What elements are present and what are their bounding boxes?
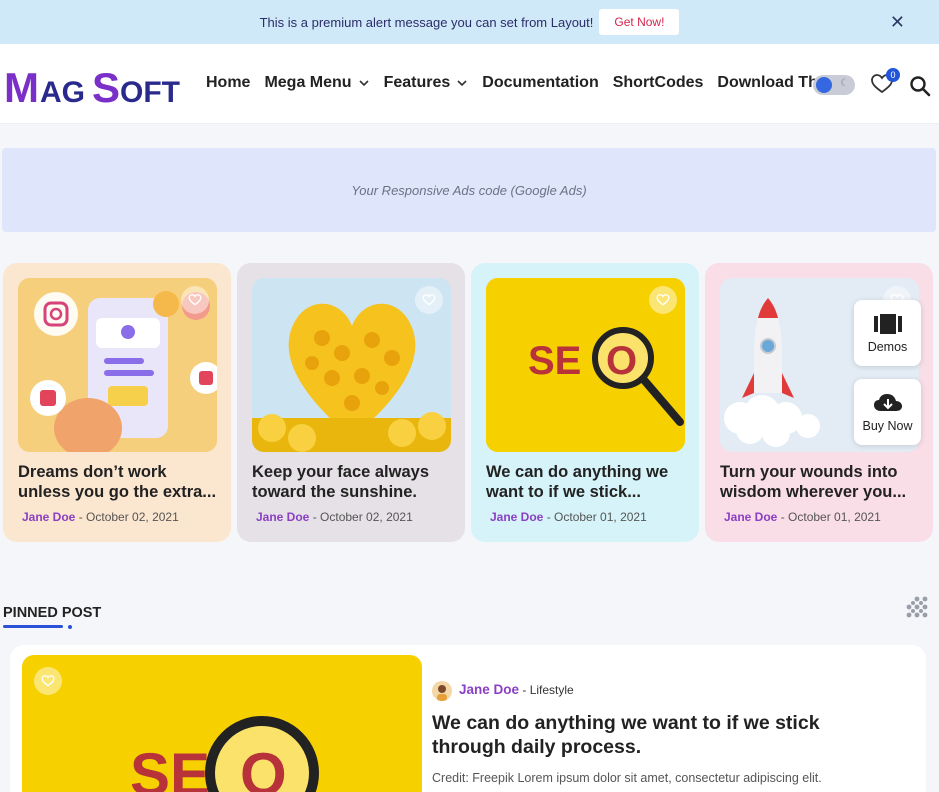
post-date: October 02, 2021 (86, 510, 179, 524)
nav-shortcodes-label: ShortCodes (612, 74, 704, 91)
pinned-post-author[interactable]: Jane Doe (459, 682, 519, 697)
search-icon[interactable] (908, 74, 932, 98)
nav-mega-menu[interactable]: Mega Menu (264, 74, 369, 92)
sun-icon (816, 77, 832, 93)
svg-text:O: O (606, 339, 637, 383)
svg-text:O: O (240, 741, 287, 792)
favorite-button[interactable] (415, 286, 443, 314)
favorite-button[interactable] (649, 286, 677, 314)
post-image[interactable]: SE O (486, 278, 685, 452)
post-card[interactable]: SE O We can do anything we want to if we… (471, 263, 699, 542)
nav-home[interactable]: Home (206, 74, 250, 92)
favorite-button[interactable] (34, 667, 62, 695)
post-author[interactable]: Jane Doe (490, 510, 543, 524)
post-meta: Jane Doe - October 02, 2021 (256, 510, 413, 524)
post-title[interactable]: Dreams don’t work unless you go the extr… (18, 462, 223, 502)
site-logo[interactable]: M AG S OFT (4, 64, 190, 111)
post-image[interactable] (18, 278, 217, 452)
nav-mega-menu-label: Mega Menu (264, 74, 352, 91)
buy-now-label: Buy Now (862, 419, 913, 433)
favorite-button[interactable] (181, 286, 209, 314)
avatar[interactable] (432, 681, 452, 701)
pinned-post-image[interactable]: SE O (22, 655, 422, 792)
get-now-button[interactable]: Get Now! (599, 9, 680, 35)
post-card[interactable]: Dreams don’t work unless you go the extr… (3, 263, 231, 542)
post-meta: Jane Doe - October 02, 2021 (22, 510, 179, 524)
pinned-post[interactable]: SE O Jane Doe - Lifestyle We can do anyt… (10, 645, 926, 792)
ad-placeholder[interactable]: Your Responsive Ads code (Google Ads) (2, 148, 936, 232)
ad-text: Your Responsive Ads code (Google Ads) (351, 182, 587, 198)
post-image[interactable] (252, 278, 451, 452)
meta-separator: - (543, 510, 555, 524)
svg-text:OFT: OFT (120, 76, 180, 108)
heart-icon (656, 294, 670, 306)
heart-icon (422, 294, 436, 306)
close-icon[interactable]: ✕ (890, 13, 905, 31)
heart-icon (41, 675, 55, 687)
post-meta: Jane Doe - October 01, 2021 (724, 510, 881, 524)
post-title[interactable]: Keep your face always toward the sunshin… (252, 462, 457, 502)
post-author[interactable]: Jane Doe (256, 510, 309, 524)
pinned-post-meta: Jane Doe - Lifestyle (459, 682, 574, 697)
svg-text:M: M (4, 64, 39, 108)
theme-toggle[interactable]: ☾ (813, 75, 855, 95)
moon-icon: ☾ (840, 78, 849, 89)
nav-download[interactable]: Download Th (717, 74, 817, 92)
post-author[interactable]: Jane Doe (724, 510, 777, 524)
nav-features-label: Features (383, 74, 451, 91)
chevron-down-icon (359, 80, 369, 87)
alert-message: This is a premium alert message you can … (259, 14, 594, 30)
meta-separator: - (519, 683, 530, 697)
svg-text:S: S (92, 64, 120, 108)
section-title: PINNED POST (3, 605, 102, 621)
demos-button[interactable]: Demos (854, 300, 921, 366)
demos-label: Demos (867, 340, 908, 354)
post-date: October 01, 2021 (554, 510, 647, 524)
chevron-down-icon (457, 80, 467, 87)
section-underline-dot (68, 625, 72, 629)
post-title[interactable]: Turn your wounds into wisdom wherever yo… (720, 462, 925, 502)
post-date: October 02, 2021 (320, 510, 413, 524)
site-header: M AG S OFT Home Mega Menu Features Docum… (0, 44, 939, 124)
pinned-post-category[interactable]: Lifestyle (530, 683, 574, 697)
main-nav: Home Mega Menu Features Documentation Sh… (206, 74, 832, 92)
heart-icon (188, 294, 202, 306)
dots-pattern-icon (906, 596, 928, 618)
film-icon (873, 314, 902, 334)
alert-bar: This is a premium alert message you can … (0, 0, 939, 44)
nav-shortcodes[interactable]: ShortCodes (613, 74, 704, 92)
favorites-badge: 0 (886, 68, 900, 82)
nav-home-label: Home (206, 74, 251, 91)
post-title[interactable]: We can do anything we want to if we stic… (486, 462, 691, 502)
nav-download-label: Download Th (717, 74, 818, 91)
nav-documentation[interactable]: Documentation (482, 74, 598, 92)
svg-text:SE: SE (130, 741, 210, 792)
pinned-post-excerpt: Credit: Freepik Lorem ipsum dolor sit am… (432, 771, 822, 785)
meta-separator: - (75, 510, 87, 524)
svg-text:SE: SE (528, 339, 581, 383)
section-underline (3, 625, 63, 628)
nav-features[interactable]: Features (384, 74, 469, 92)
post-date: October 01, 2021 (788, 510, 881, 524)
nav-documentation-label: Documentation (482, 74, 599, 91)
meta-separator: - (777, 510, 789, 524)
svg-text:AG: AG (40, 76, 85, 108)
post-author[interactable]: Jane Doe (22, 510, 75, 524)
post-meta: Jane Doe - October 01, 2021 (490, 510, 647, 524)
meta-separator: - (309, 510, 321, 524)
pinned-post-title[interactable]: We can do anything we want to if we stic… (432, 711, 872, 759)
buy-now-button[interactable]: Buy Now (854, 379, 921, 445)
post-card[interactable]: Keep your face always toward the sunshin… (237, 263, 465, 542)
cloud-download-icon (873, 394, 902, 411)
